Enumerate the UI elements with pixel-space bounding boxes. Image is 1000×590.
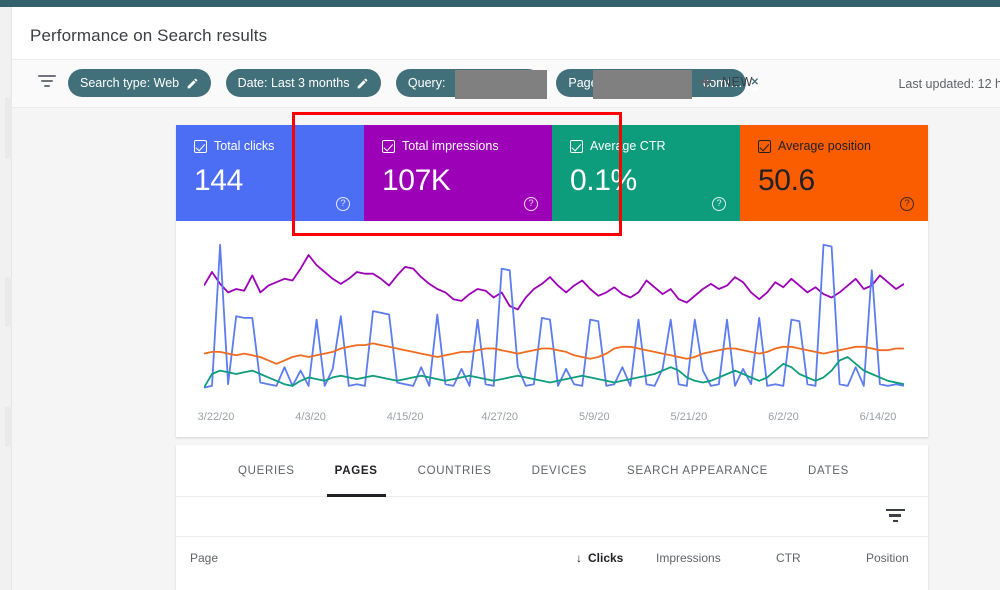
pencil-icon[interactable] [186,77,199,90]
metric-label: Total clicks [214,139,275,154]
arrow-down-icon: ↓ [576,551,582,565]
metric-label: Average position [778,139,871,154]
checkbox-average-position[interactable] [758,140,771,153]
x-axis-tick-label: 6/2/20 [768,411,799,423]
column-header-position[interactable]: Position [866,551,909,565]
filter-toolbar: Search type: Web Date: Last 3 months Que… [12,60,1000,108]
chip-date-range[interactable]: Date: Last 3 months [225,69,382,97]
chart-x-axis: 3/22/20 4/3/20 4/15/20 4/27/20 5/9/20 5/21/20… [176,411,928,425]
help-icon[interactable]: ? [336,197,350,211]
column-header-ctr[interactable]: CTR [776,551,801,565]
metric-value: 144 [194,164,243,197]
last-updated-text: Last updated: 12 h [898,77,1000,91]
add-new-filter-label: NEW [722,74,753,89]
metric-value: 0.1% [570,164,637,197]
tab-dates[interactable]: DATES [788,445,869,497]
metric-tiles: Total clicks 144 ? Total impressions 107… [176,125,928,221]
chart-series-total-clicks [204,243,904,389]
column-header-clicks[interactable]: ↓ Clicks [576,551,623,565]
filter-icon[interactable] [36,75,58,93]
add-new-filter-button[interactable]: NEW [698,74,753,89]
x-axis-tick-label: 5/21/20 [670,411,708,423]
dimension-table-card: QUERIES PAGES COUNTRIES DEVICES SEARCH APPEA… [176,445,928,590]
metric-tile-total-impressions[interactable]: Total impressions 107K ? [364,125,552,221]
help-icon[interactable]: ? [524,197,538,211]
x-axis-tick-label: 4/27/20 [481,411,519,423]
column-header-impressions[interactable]: Impressions [656,551,721,565]
column-header-label: Clicks [588,551,624,565]
metric-value: 50.6 [758,164,815,197]
filter-chip-list: Search type: Web Date: Last 3 months Que… [68,69,760,99]
metric-label: Average CTR [590,139,666,154]
rail-segment [5,97,12,159]
column-header-label: CTR [776,551,801,565]
tab-countries[interactable]: COUNTRIES [398,445,512,497]
column-header-label: Position [866,551,909,565]
tab-pages[interactable]: PAGES [315,445,398,497]
performance-chart-card: Total clicks 144 ? Total impressions 107… [176,125,928,437]
column-header-label: Page [190,551,219,565]
rail-segment [5,277,12,327]
app-accent-bar [0,0,1000,7]
table-filter-row [176,497,928,537]
filter-icon[interactable] [884,509,906,525]
metric-value: 107K [382,164,451,197]
help-icon[interactable]: ? [712,197,726,211]
table-header-row: Page ↓ Clicks Impressions CTR Position [176,537,928,581]
x-axis-tick-label: 3/22/20 [197,411,235,423]
x-axis-tick-label: 4/3/20 [295,411,326,423]
chart-series-total-impressions [204,254,904,311]
plus-icon [698,74,713,89]
checkbox-average-ctr[interactable] [570,140,583,153]
redaction-overlay-query [454,70,547,99]
metric-tile-total-clicks[interactable]: Total clicks 144 ? [176,125,364,221]
pencil-icon[interactable] [356,77,369,90]
metric-tile-average-ctr[interactable]: Average CTR 0.1% ? [552,125,740,221]
chip-query[interactable]: Query: [395,69,547,99]
left-sidebar-rail[interactable] [0,7,12,590]
help-icon[interactable]: ? [900,197,914,211]
metric-tile-average-position[interactable]: Average position 50.6 ? [740,125,928,221]
x-axis-tick-label: 6/14/20 [859,411,897,423]
chip-date-range-label: Date: Last 3 months [237,75,350,90]
x-axis-tick-label: 4/15/20 [386,411,424,423]
dimension-tabs: QUERIES PAGES COUNTRIES DEVICES SEARCH APPEA… [176,445,928,497]
redaction-overlay-page [593,70,693,99]
column-header-label: Impressions [656,551,721,565]
checkbox-total-clicks[interactable] [194,140,207,153]
chip-search-type-label: Search type: Web [80,75,180,90]
metric-label: Total impressions [402,139,499,154]
page-header: Performance on Search results [12,7,1000,60]
rail-segment [5,407,12,447]
x-axis-tick-label: 5/9/20 [578,411,610,423]
tab-queries[interactable]: QUERIES [218,445,315,497]
chip-search-type[interactable]: Search type: Web [68,69,212,97]
tab-search-appearance[interactable]: SEARCH APPEARANCE [607,445,788,497]
chart-plot [204,243,904,389]
tab-devices[interactable]: DEVICES [512,445,607,497]
line-chart[interactable]: 3/22/20 4/3/20 4/15/20 4/27/20 5/9/20 5/21/20… [176,221,928,437]
page-title: Performance on Search results [30,26,268,45]
content-area: Total clicks 144 ? Total impressions 107… [12,108,1000,590]
search-console-performance-page: Performance on Search results Search typ… [0,0,1000,590]
checkbox-total-impressions[interactable] [382,140,395,153]
chip-query-label: Query: [407,75,446,90]
column-header-page[interactable]: Page [190,551,218,565]
